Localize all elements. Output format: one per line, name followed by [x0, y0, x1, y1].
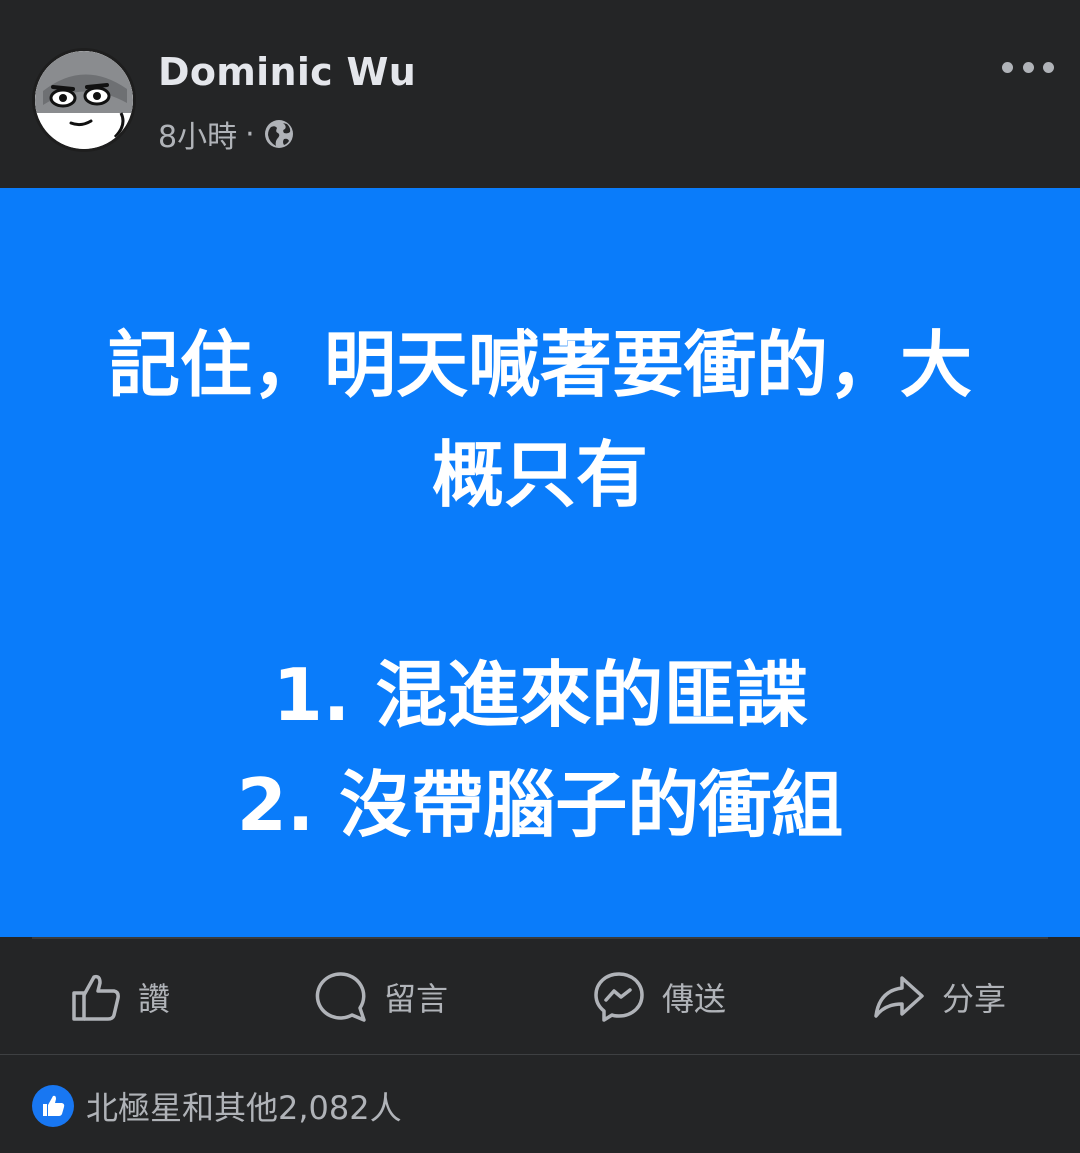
action-bar: 讚 留言 傳送 分享 [0, 940, 1080, 1054]
avatar-face-icon [35, 51, 133, 149]
more-dot [1043, 61, 1054, 73]
post-text-line: 1. 混進來的匪諜 [272, 653, 808, 737]
like-button[interactable]: 讚 [70, 962, 170, 1032]
avatar[interactable] [32, 48, 136, 152]
reactions-summary[interactable]: 北極星和其他2,082人 [32, 1080, 402, 1132]
author-name[interactable]: Dominic Wu [158, 50, 416, 94]
like-reaction-icon [32, 1085, 74, 1127]
post-time[interactable]: 8小時 [158, 112, 237, 156]
meta-separator: · [245, 116, 255, 152]
thumbs-up-icon [72, 974, 120, 1021]
post-text-blank-line [0, 530, 1080, 640]
comment-label: 留言 [384, 980, 449, 1018]
more-dots-icon [1002, 61, 1013, 73]
comment-icon [315, 972, 366, 1022]
divider [0, 1054, 1080, 1055]
share-label: 分享 [942, 980, 1007, 1018]
post-text: 記住，明天喊著要衝的，大 概只有 1. 混進來的匪諜 2. 沒帶腦子的衝組 [0, 310, 1080, 860]
more-options-button[interactable] [1002, 52, 1054, 82]
comment-button[interactable]: 留言 [314, 962, 448, 1032]
post-text-background: 記住，明天喊著要衝的，大 概只有 1. 混進來的匪諜 2. 沒帶腦子的衝組 [0, 188, 1080, 937]
post-header: Dominic Wu 8小時 · [0, 0, 1080, 188]
more-dot [1022, 61, 1034, 73]
messenger-icon [594, 972, 644, 1022]
globe-icon [264, 120, 293, 148]
post-text-line: 2. 沒帶腦子的衝組 [236, 763, 844, 847]
post-text-line: 記住，明天喊著要衝的，大 [107, 323, 972, 407]
reactions-count-text: 北極星和其他2,082人 [86, 1089, 402, 1127]
share-button[interactable]: 分享 [872, 962, 1006, 1032]
send-button[interactable]: 傳送 [592, 962, 726, 1032]
thumbs-up-icon [43, 1095, 65, 1116]
post-meta: 8小時 · [158, 112, 295, 156]
send-label: 傳送 [662, 980, 727, 1018]
share-arrow-icon [874, 976, 924, 1018]
post-text-line: 概只有 [431, 433, 648, 517]
divider [32, 937, 1048, 939]
like-label: 讚 [138, 980, 171, 1018]
